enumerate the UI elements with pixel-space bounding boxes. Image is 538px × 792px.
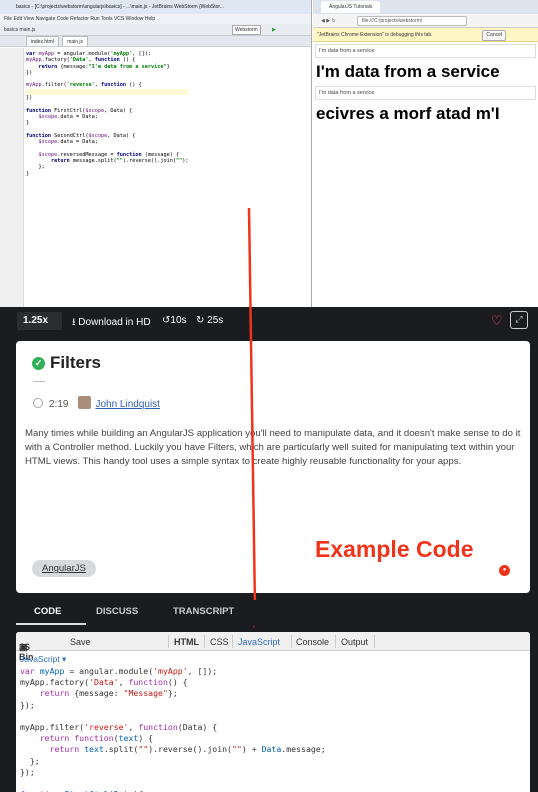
panel-console[interactable]: Console xyxy=(296,637,329,647)
example-code-annotation: Example Code xyxy=(315,536,474,562)
player-controls: 1.25x ⭳ Download in HD ↺10s ↻ 25s ♡ ⤢ xyxy=(0,307,538,335)
forward-button[interactable]: ↻ 25s xyxy=(196,315,223,326)
author-link[interactable]: John Lindquist xyxy=(95,399,160,410)
code-line: return message.split("").reverse().join(… xyxy=(51,158,189,165)
divider xyxy=(374,635,375,648)
ide-menu-item: Navigate xyxy=(35,16,56,22)
panel-html[interactable]: HTML xyxy=(174,637,199,647)
rewind-button[interactable]: ↺10s xyxy=(162,315,187,326)
jsbin-save-button[interactable]: Save xyxy=(70,637,91,647)
demo-heading-1: I'm data from a service xyxy=(316,62,500,81)
address-bar: file:///C:/projects/webstorm/ xyxy=(357,16,467,26)
tag-angularjs[interactable]: AngularJS xyxy=(32,560,96,577)
browser-tab: AngularJS Tutorials xyxy=(321,1,381,13)
rewind-label: 10s xyxy=(170,315,187,326)
lesson-duration: 2:19 xyxy=(49,399,69,410)
forward-label: 25s xyxy=(207,315,224,326)
jsbin-code[interactable]: var myApp = angular.module('myApp', []);… xyxy=(20,666,326,792)
ide-toolbar: basics main.js Webstorm ▶ xyxy=(0,24,311,36)
download-label: Download in HD xyxy=(78,317,151,328)
language-select[interactable]: JavaScript ▾ xyxy=(20,654,66,665)
video-player[interactable]: basics - [C:\projects\webstorm\angularjs… xyxy=(0,0,538,307)
download-button[interactable]: ⭳ Download in HD xyxy=(72,315,151,332)
ide-tab-main: main.js xyxy=(62,36,89,46)
check-icon: ✓ xyxy=(32,357,45,370)
lesson-description: Many times while building an AngularJS a… xyxy=(25,428,521,467)
jsbin-toolbar: ▣ JS Bin Save HTML CSS JavaScript Consol… xyxy=(16,632,530,662)
ide-menu-item: Window xyxy=(125,16,144,22)
lesson-card: ✓ Filters 2:19 John Lindquist Many times w… xyxy=(16,341,530,593)
run-config: Webstorm xyxy=(232,25,261,35)
clock-icon xyxy=(33,398,43,408)
ide-menu-item: VCS xyxy=(113,16,125,22)
divider xyxy=(232,635,233,648)
debug-notice-text: "JetBrains Chrome Extension" is debuggin… xyxy=(317,32,433,38)
forward-icon: ↻ xyxy=(196,315,208,326)
fullscreen-icon[interactable]: ⤢ xyxy=(510,311,528,329)
run-icon: ▶ xyxy=(272,27,276,33)
chat-icon[interactable]: ● xyxy=(499,565,510,576)
ide-tab-index: index.html xyxy=(26,36,59,46)
ide-menu-item: Code xyxy=(56,16,69,22)
heart-icon[interactable]: ♡ xyxy=(491,313,503,329)
browser-window: AngularJS Tutorials ◀ ▶ ↻ file:///C:/pro… xyxy=(313,0,538,307)
ide-gutter xyxy=(0,48,24,307)
tab-discuss[interactable]: DISCUSS xyxy=(96,606,138,617)
jsbin-embed: ▣ JS Bin Save HTML CSS JavaScript Consol… xyxy=(16,632,530,792)
code-line: return {message:"I'm data from a service… xyxy=(38,63,170,70)
ide-menu-item: Help xyxy=(144,16,156,22)
back-icon: ◀ ▶ ↻ xyxy=(321,18,336,24)
ide-code: var myApp = angular.module('myApp', []);… xyxy=(26,51,189,177)
ide-window: basics - [C:\projects\webstorm\angularjs… xyxy=(0,0,312,307)
ide-menu-item: Run xyxy=(90,16,100,22)
demo-input-2: I'm data from a service xyxy=(315,86,536,100)
divider xyxy=(291,635,292,648)
ide-breadcrumb: basics main.js xyxy=(4,27,36,33)
browser-tab-strip: AngularJS Tutorials xyxy=(313,0,538,14)
demo-input-1: I'm data from a service xyxy=(315,44,536,58)
panel-output[interactable]: Output xyxy=(341,637,368,647)
ide-menu-item: File xyxy=(4,16,13,22)
lesson-meta: 2:19 John Lindquist xyxy=(33,396,160,410)
panel-css[interactable]: CSS xyxy=(210,637,229,647)
ide-menu-item: Edit xyxy=(13,16,23,22)
divider xyxy=(204,635,205,648)
browser-toolbar: ◀ ▶ ↻ file:///C:/projects/webstorm/ xyxy=(313,14,538,28)
ide-menu-item: Refactor xyxy=(70,16,89,22)
active-tab-underline xyxy=(16,623,86,625)
divider xyxy=(168,635,169,648)
ide-menu-item: Tools xyxy=(100,16,113,22)
language-label: JavaScript xyxy=(20,654,60,664)
panel-javascript[interactable]: JavaScript xyxy=(238,637,280,647)
avatar xyxy=(78,396,92,409)
debug-notice: "JetBrains Chrome Extension" is debuggin… xyxy=(313,28,538,42)
ide-menu-bar: File Edit View Navigate Code Refactor Ru… xyxy=(0,14,311,24)
title-divider xyxy=(33,381,45,382)
tab-code[interactable]: CODE xyxy=(34,606,61,617)
debug-cancel-button: Cancel xyxy=(482,30,506,41)
content-tabs: CODE DISCUSS TRANSCRIPT xyxy=(0,600,538,626)
lesson-title-text: Filters xyxy=(50,353,102,372)
ide-title-bar: basics - [C:\projects\webstorm\angularjs… xyxy=(0,0,311,14)
demo-heading-2: ecivres a morf atad m'I xyxy=(316,104,500,123)
lesson-title: ✓ Filters xyxy=(32,353,101,373)
divider xyxy=(335,635,336,648)
chevron-down-icon: ▾ xyxy=(59,654,67,664)
tab-transcript[interactable]: TRANSCRIPT xyxy=(173,606,234,617)
ide-editor-tabs: index.html main.js xyxy=(0,36,311,47)
code-line: } xyxy=(26,170,30,177)
ide-menu-item: View xyxy=(23,16,35,22)
speed-button[interactable]: 1.25x xyxy=(17,312,62,330)
